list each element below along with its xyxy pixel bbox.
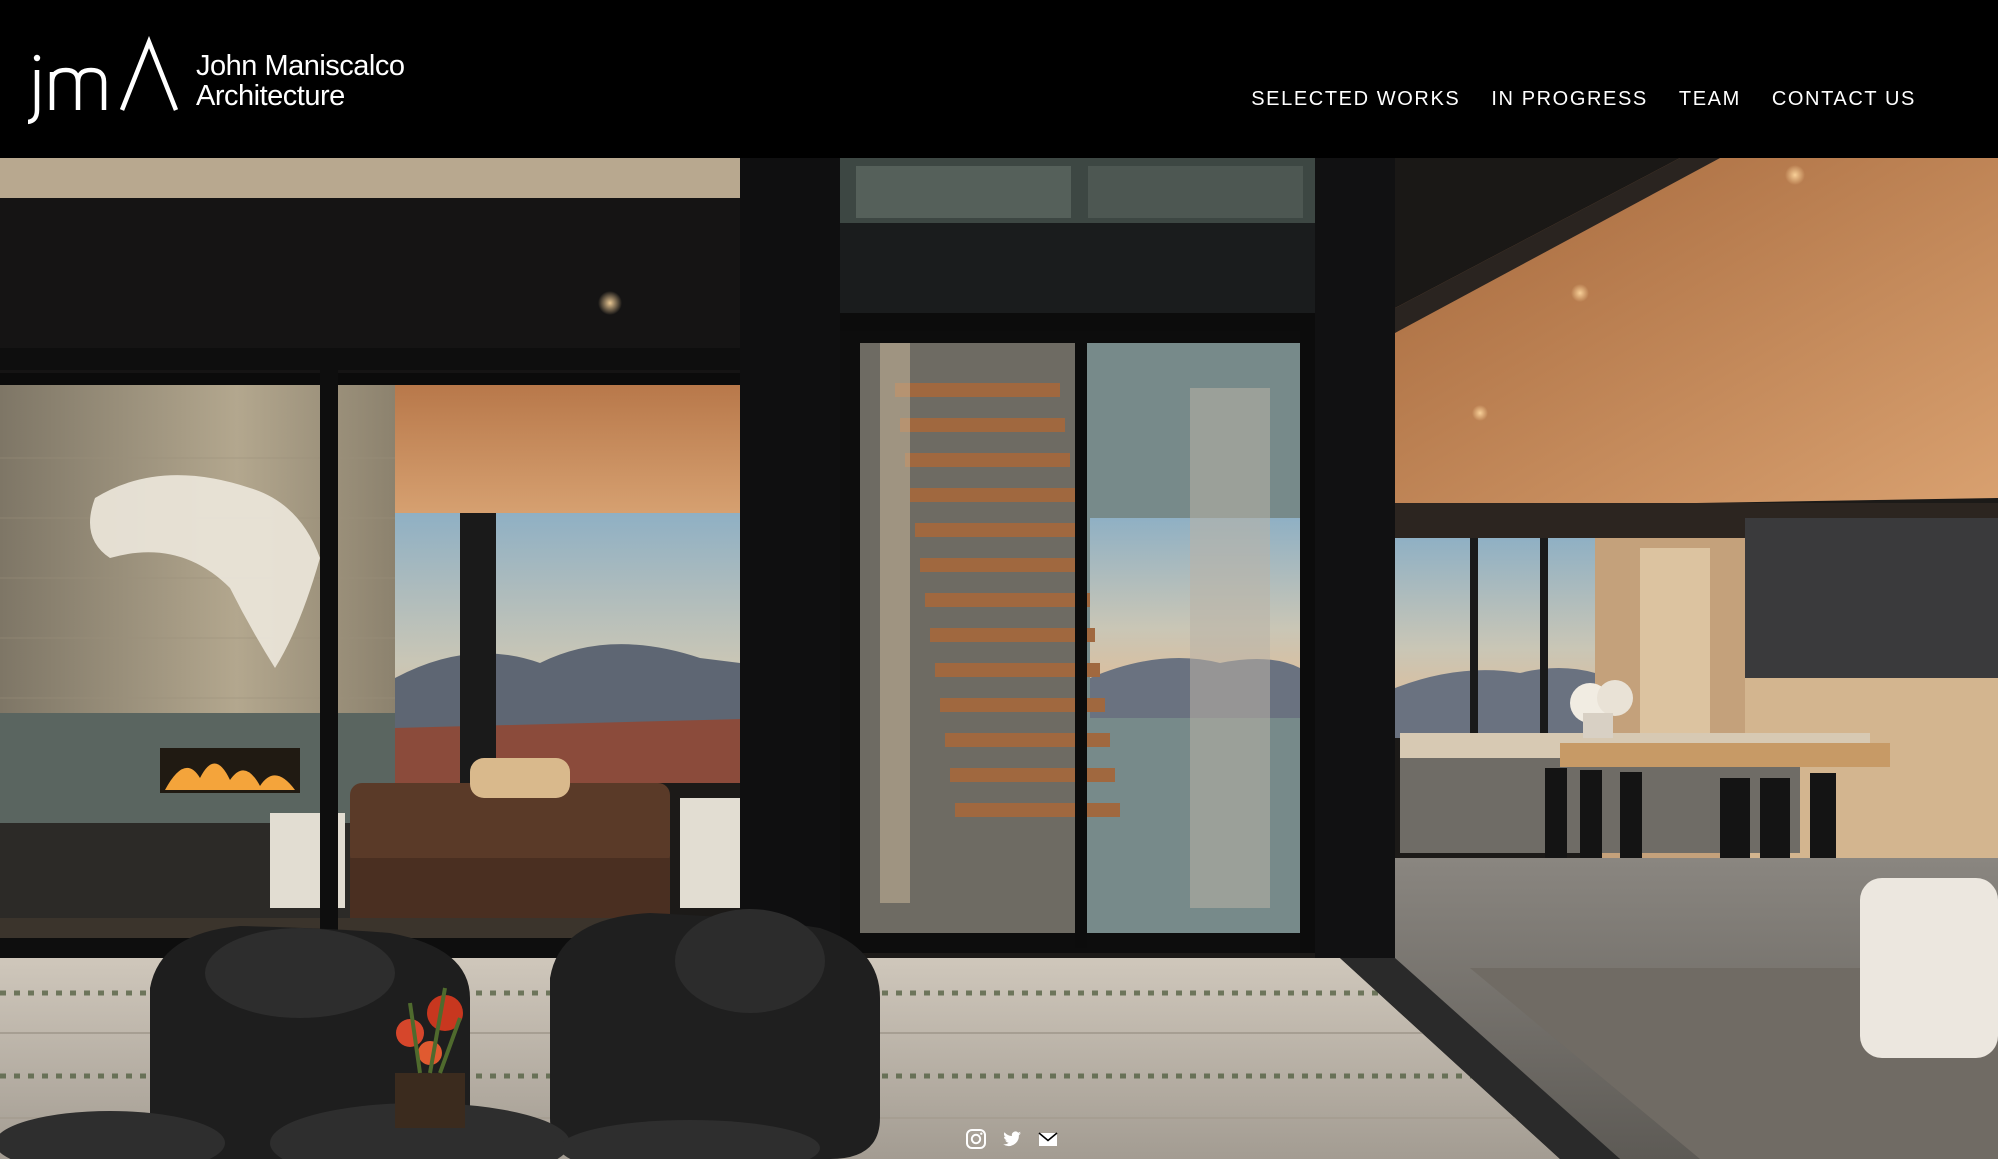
brand-name: John Maniscalco Architecture xyxy=(196,51,405,111)
email-icon xyxy=(1038,1132,1058,1146)
instagram-icon xyxy=(966,1129,986,1149)
site-header: John Maniscalco Architecture SELECTED WO… xyxy=(0,0,1998,158)
hero-photo-illustration xyxy=(0,158,1998,1159)
home-logo-link[interactable]: John Maniscalco Architecture xyxy=(28,36,405,126)
nav-contact-us[interactable]: CONTACT US xyxy=(1772,88,1916,111)
brand-name-line1: John Maniscalco xyxy=(196,50,405,82)
social-links xyxy=(965,1128,1059,1150)
hero-photo xyxy=(0,158,1998,1159)
instagram-link[interactable] xyxy=(965,1128,987,1150)
nav-selected-works[interactable]: SELECTED WORKS xyxy=(1251,88,1460,111)
nav-in-progress[interactable]: IN PROGRESS xyxy=(1491,88,1648,111)
twitter-link[interactable] xyxy=(1001,1128,1023,1150)
jma-logo-mark xyxy=(28,36,178,125)
nav-team[interactable]: TEAM xyxy=(1679,88,1741,111)
twitter-icon xyxy=(1003,1131,1021,1146)
main-nav: SELECTED WORKS IN PROGRESS TEAM CONTACT … xyxy=(1251,88,1916,111)
email-link[interactable] xyxy=(1037,1128,1059,1150)
brand-name-line2: Architecture xyxy=(196,80,345,112)
